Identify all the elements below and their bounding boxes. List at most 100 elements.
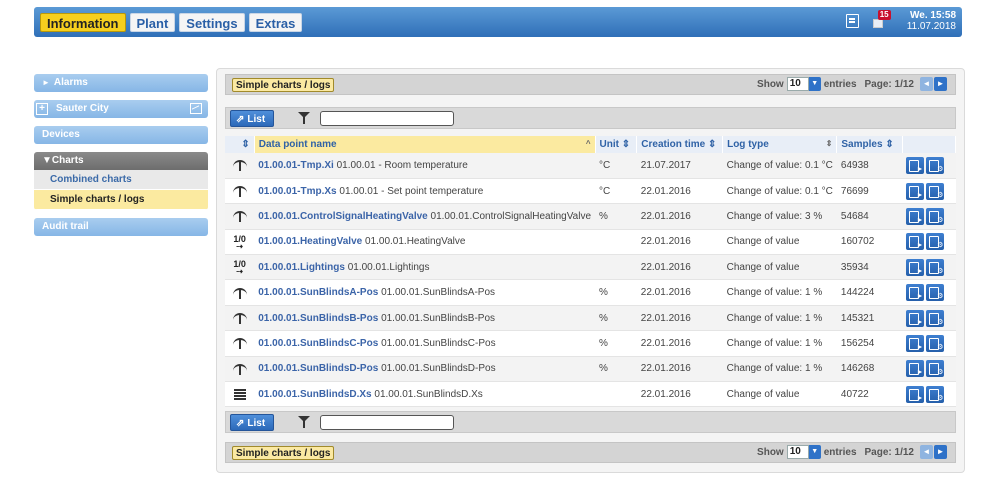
sort-icon: ⇕ — [885, 139, 894, 150]
table-row[interactable]: 01.00.01.ControlSignalHeatingValve 01.00… — [225, 203, 956, 230]
open-chart-icon[interactable] — [906, 385, 925, 403]
tab-plant[interactable]: Plant — [129, 12, 176, 32]
header-log-type[interactable]: Log type ⇕ — [722, 136, 838, 153]
actions-cell — [902, 153, 955, 178]
expand-plus-icon[interactable]: + — [36, 103, 48, 115]
log-type-cell: Change of value — [726, 236, 800, 248]
header-samples[interactable]: Samples ⇕ — [836, 136, 903, 153]
data-point-link[interactable]: 01.00.01.SunBlindsD-Pos — [258, 363, 378, 374]
list-button[interactable]: ⇗ List — [230, 110, 275, 127]
chart-settings-icon[interactable] — [926, 334, 945, 352]
data-point-link[interactable]: 01.00.01.SunBlindsB-Pos — [258, 313, 378, 324]
actions-cell — [902, 305, 955, 330]
sidebar-item-simple-charts-logs[interactable]: Simple charts / logs — [34, 190, 208, 210]
show-label: Show — [757, 78, 784, 90]
sort-icon: ⇕ — [707, 139, 717, 150]
data-point-link[interactable]: 01.00.01-Tmp.Xi — [258, 160, 334, 171]
chevron-down-icon[interactable]: ▼ — [808, 445, 821, 459]
header-label: Creation time — [641, 139, 706, 150]
chart-settings-icon[interactable] — [926, 385, 945, 403]
sidebar-item-devices[interactable]: Devices — [34, 126, 208, 144]
sidebar-item-audit-trail[interactable]: Audit trail — [34, 218, 208, 236]
creation-time-cell: 22.01.2016 — [640, 337, 691, 349]
header-data-point-name[interactable]: Data point name ^ — [254, 136, 596, 153]
chart-settings-icon[interactable] — [926, 182, 945, 200]
sidebar-item-label: Sauter City — [56, 103, 109, 114]
next-page-button[interactable]: ► — [934, 77, 947, 91]
entries-select[interactable]: 10 ▼ — [786, 77, 821, 91]
table-row[interactable]: 01.00.01-Tmp.Xs 01.00.01 - Set point tem… — [225, 178, 956, 204]
open-chart-icon[interactable] — [906, 207, 925, 225]
chart-settings-icon[interactable] — [926, 233, 945, 251]
open-chart-icon[interactable] — [906, 309, 925, 327]
chart-settings-icon[interactable] — [926, 284, 945, 302]
chart-settings-icon[interactable] — [926, 207, 945, 225]
actions-cell — [902, 331, 955, 356]
table-row[interactable]: 01.00.01.SunBlindsD-Pos 01.00.01.SunBlin… — [225, 356, 956, 382]
list-toolbar-top: ⇗ List — [225, 107, 956, 129]
sidebar-item-combined-charts[interactable]: Combined charts — [34, 170, 208, 190]
next-page-button[interactable]: ► — [934, 445, 947, 459]
sidebar: ► Alarms + Sauter City Devices ▼Charts Com… — [34, 74, 208, 244]
open-chart-icon[interactable] — [906, 156, 925, 174]
table-row[interactable]: 01.00.01.SunBlindsB-Pos 01.00.01.SunBlin… — [225, 305, 956, 331]
data-point-link[interactable]: 01.00.01.ControlSignalHeatingValve — [258, 211, 428, 222]
alarm-icon[interactable]: 15 — [869, 10, 893, 32]
sidebar-item-charts[interactable]: ▼Charts — [34, 152, 208, 170]
open-chart-icon[interactable] — [906, 334, 925, 352]
list-button[interactable]: ⇗ List — [230, 414, 275, 431]
entries-select[interactable]: 10 ▼ — [786, 445, 821, 459]
filter-icon[interactable] — [298, 416, 310, 429]
header-unit[interactable]: Unit ⇕ — [595, 136, 638, 153]
open-chart-icon[interactable] — [906, 284, 925, 302]
table-row[interactable]: 01.00.01.SunBlindsD.Xs 01.00.01.SunBlind… — [225, 381, 956, 407]
filter-input[interactable] — [320, 111, 454, 126]
creation-time-cell: 22.01.2016 — [640, 261, 691, 273]
sort-icon: ⇕ — [241, 139, 250, 150]
type-cell — [225, 356, 254, 381]
samples-cell: 146268 — [840, 363, 875, 375]
open-chart-icon[interactable] — [906, 182, 925, 200]
data-point-link[interactable]: 01.00.01.SunBlindsA-Pos — [258, 287, 378, 298]
table-row[interactable]: 01.00.01-Tmp.Xi 01.00.01 - Room temperat… — [225, 153, 956, 179]
data-point-link[interactable]: 01.00.01-Tmp.Xs — [258, 186, 336, 197]
filter-icon[interactable] — [298, 112, 310, 125]
table-row[interactable]: 01.00.01.SunBlindsC-Pos 01.00.01.SunBlin… — [225, 330, 956, 357]
header-label: Data point name — [258, 139, 337, 150]
open-chart-icon[interactable] — [906, 233, 925, 251]
entries-label: entries — [823, 78, 857, 90]
data-point-link[interactable]: 01.00.01.Lightings — [258, 262, 345, 273]
sidebar-item-alarms[interactable]: ► Alarms — [34, 74, 208, 92]
data-point-link[interactable]: 01.00.01.SunBlindsD.Xs — [258, 389, 371, 400]
sort-type-header[interactable]: ⇕ — [225, 136, 255, 153]
table-row[interactable]: 1/0 ⇢ 01.00.01.HeatingValve 01.00.01.Heati… — [225, 229, 956, 255]
open-chart-icon[interactable] — [906, 360, 925, 378]
data-point-link[interactable]: 01.00.01.HeatingValve — [258, 236, 362, 247]
previous-page-button[interactable]: ◄ — [920, 77, 933, 91]
chart-settings-icon[interactable] — [926, 258, 945, 276]
tab-extras[interactable]: Extras — [248, 12, 303, 32]
open-chart-icon[interactable] — [906, 258, 925, 276]
sidebar-item-label: Charts — [51, 155, 84, 166]
chart-settings-icon[interactable] — [926, 156, 945, 174]
chevron-down-icon[interactable]: ▼ — [808, 77, 821, 91]
data-point-description: 01.00.01.Lightings — [347, 261, 430, 273]
table-row[interactable]: 1/0 ⇢ 01.00.01.Lightings 01.00.01.Lighting… — [225, 254, 956, 280]
name-cell: 01.00.01.SunBlindsD.Xs 01.00.01.SunBlind… — [254, 382, 595, 407]
name-cell: 01.00.01.ControlSignalHeatingValve 01.00… — [254, 204, 595, 229]
filter-input[interactable] — [320, 415, 454, 430]
document-icon[interactable] — [845, 14, 859, 28]
binary-value-icon: 1/0 ⇢ — [233, 233, 246, 251]
chart-settings-icon[interactable] — [926, 309, 945, 327]
chart-settings-icon[interactable] — [926, 360, 945, 378]
image-icon[interactable] — [190, 103, 202, 114]
tab-settings[interactable]: Settings — [179, 12, 245, 32]
sidebar-item-sauter-city[interactable]: + Sauter City — [34, 100, 208, 118]
data-point-link[interactable]: 01.00.01.SunBlindsC-Pos — [258, 338, 378, 349]
header-creation-time[interactable]: Creation time ⇕ — [636, 136, 724, 153]
tab-information[interactable]: Information — [40, 12, 126, 32]
samples-cell: 76699 — [840, 185, 869, 197]
previous-page-button[interactable]: ◄ — [920, 445, 933, 459]
table-row[interactable]: 01.00.01.SunBlindsA-Pos 01.00.01.SunBlin… — [225, 279, 956, 306]
unit-cell: °C — [599, 159, 611, 171]
